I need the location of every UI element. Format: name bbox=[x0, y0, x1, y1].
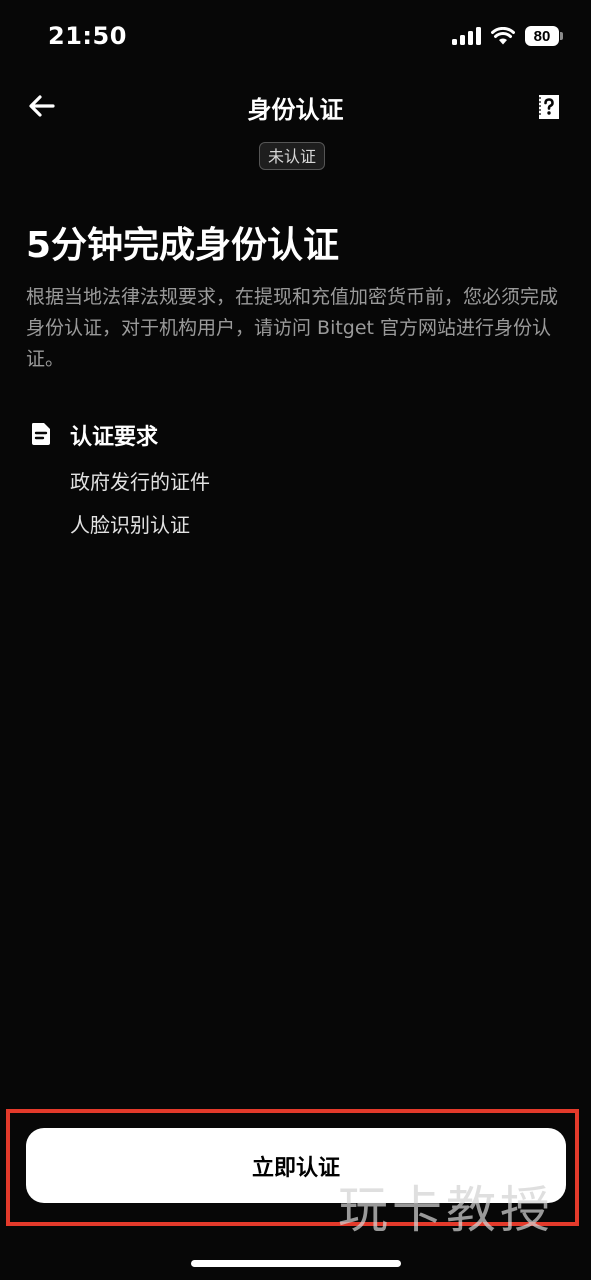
requirement-item-face-recognition: 人脸识别认证 bbox=[70, 513, 190, 537]
requirements-heading: 认证要求 bbox=[70, 425, 159, 450]
requirement-item-id-document: 政府发行的证件 bbox=[70, 470, 210, 494]
navigation-bar: 身份认证 bbox=[0, 76, 591, 136]
status-badge: 未认证 bbox=[259, 142, 326, 170]
battery-icon: 80 bbox=[525, 26, 563, 46]
status-time: 21:50 bbox=[48, 22, 127, 50]
cellular-signal-icon bbox=[452, 27, 481, 45]
status-icons: 80 bbox=[452, 26, 563, 46]
home-indicator[interactable] bbox=[191, 1260, 401, 1267]
help-document-icon[interactable] bbox=[537, 94, 561, 120]
description-text: 根据当地法律法规要求，在提现和充值加密货币前，您必须完成身份认证，对于机构用户，… bbox=[26, 286, 559, 370]
wifi-icon bbox=[491, 27, 515, 45]
document-icon bbox=[32, 423, 50, 445]
main-heading: 5分钟完成身份认证 bbox=[26, 225, 340, 266]
status-bar: 21:50 80 bbox=[0, 0, 591, 76]
watermark-text: 玩卡教授 bbox=[338, 1181, 554, 1239]
battery-level: 80 bbox=[525, 26, 559, 46]
page-title: 身份认证 bbox=[247, 96, 344, 124]
